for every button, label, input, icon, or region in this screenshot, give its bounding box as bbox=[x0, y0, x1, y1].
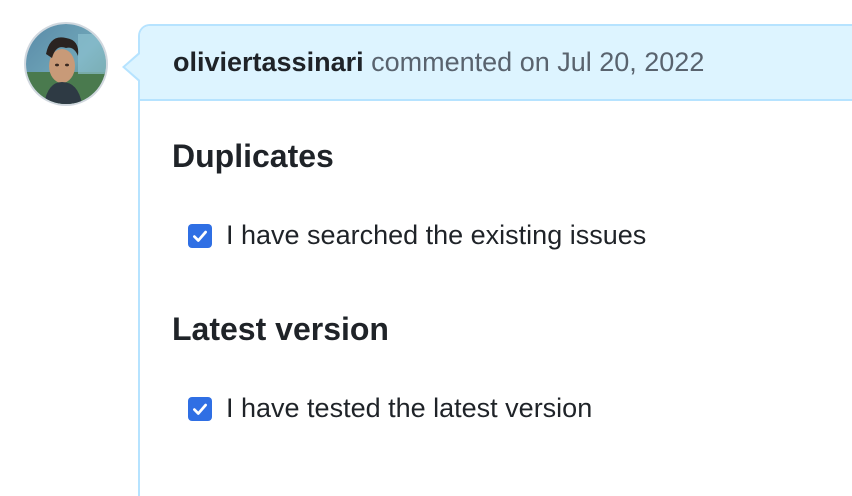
task-item[interactable]: I have tested the latest version bbox=[188, 395, 592, 422]
task-checkbox[interactable] bbox=[188, 396, 212, 421]
task-label: I have searched the existing issues bbox=[226, 220, 647, 250]
task-checkbox[interactable] bbox=[188, 223, 212, 248]
user-avatar-photo bbox=[26, 24, 106, 104]
comment-header: oliviertassinari commented on Jul 20, 20… bbox=[140, 26, 852, 101]
section-heading-duplicates: Duplicates bbox=[172, 138, 334, 174]
task-item[interactable]: I have searched the existing issues bbox=[188, 222, 646, 249]
checkmark-icon bbox=[193, 230, 207, 242]
checkmark-icon bbox=[193, 403, 207, 415]
avatar[interactable] bbox=[26, 24, 106, 104]
task-label: I have tested the latest version bbox=[226, 393, 593, 423]
comment-box: oliviertassinari commented on Jul 20, 20… bbox=[138, 24, 852, 496]
section-heading-latest-version: Latest version bbox=[172, 311, 389, 347]
comment-author-link[interactable]: oliviertassinari bbox=[173, 49, 364, 76]
comment-timestamp[interactable]: commented on Jul 20, 2022 bbox=[371, 49, 704, 76]
comment-pointer-fill bbox=[125, 54, 140, 80]
